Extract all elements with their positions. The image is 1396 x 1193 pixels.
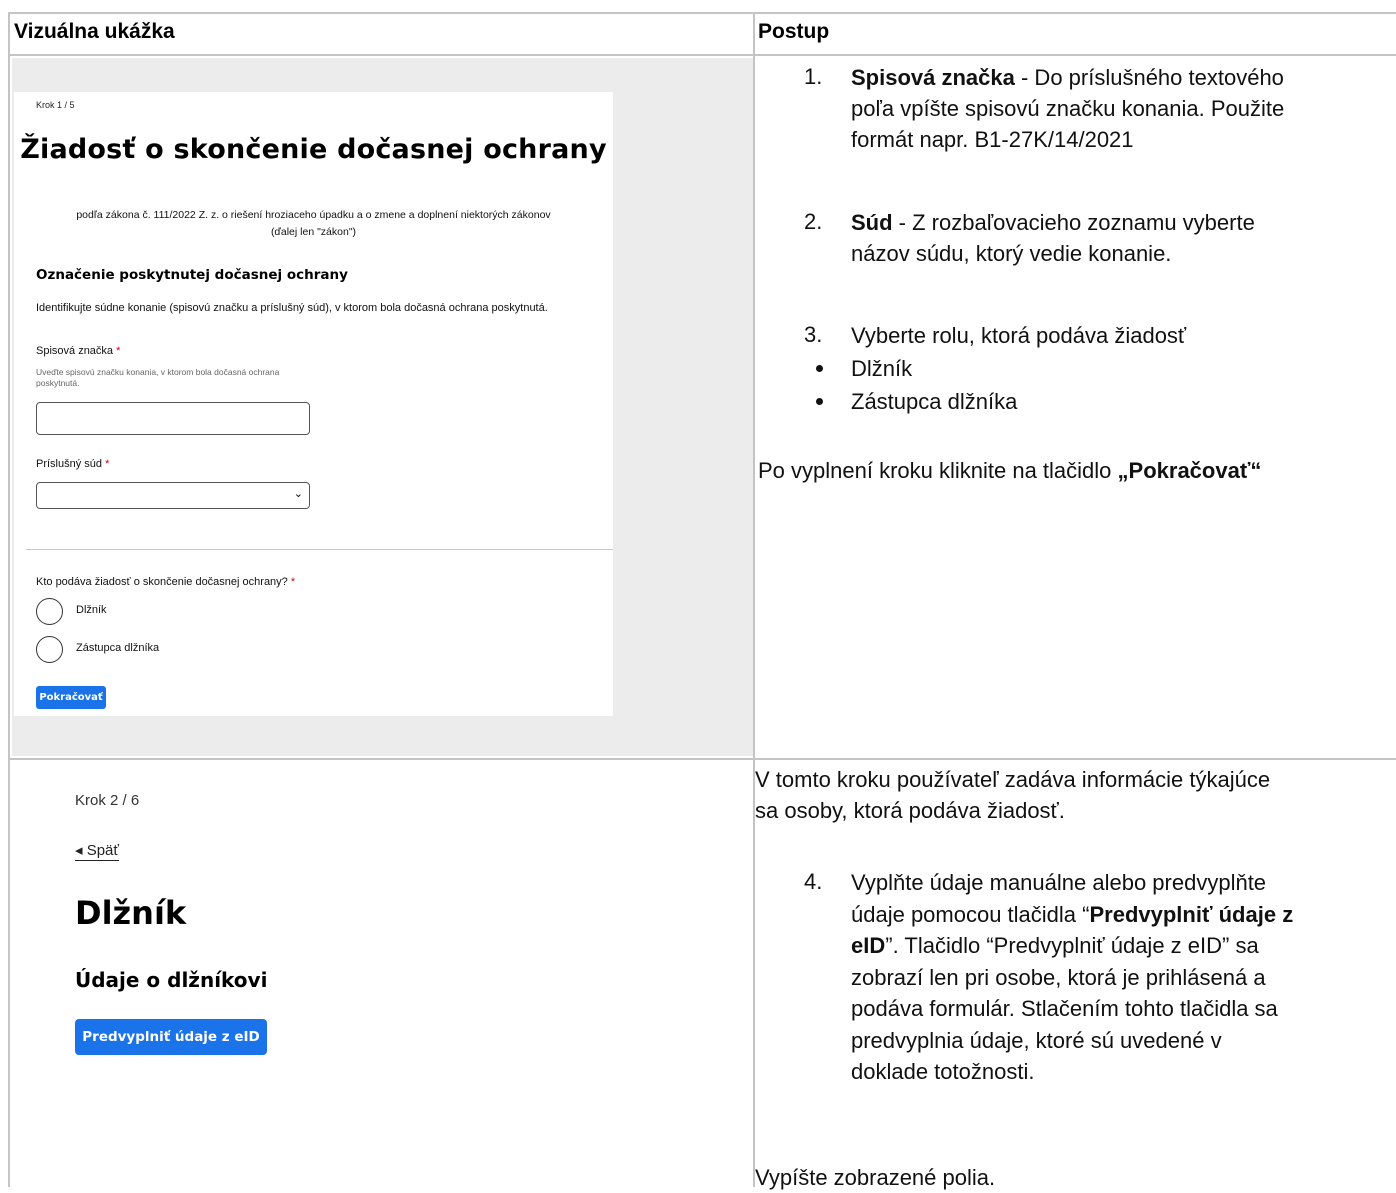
table-left-border — [8, 12, 10, 1187]
instruction-line: zobrazí len pri osobe, ktorá je prihláse… — [851, 964, 1266, 990]
who-files-label: Kto podáva žiadosť o skončenie dočasnej … — [36, 576, 295, 588]
instruction-term: „Pokračovať“ — [1117, 458, 1262, 483]
form-subtitle: podľa zákona č. 111/2022 Z. z. o riešení… — [14, 207, 613, 241]
form-screenshot-step2: Krok 2 / 6 ◂ Späť Dlžník Údaje o dlžníko… — [12, 762, 582, 1187]
instruction-item-1: Spisová značka - Do príslušného textovéh… — [851, 62, 1284, 155]
instruction-item-3: Vyberte rolu, ktorá podáva žiadosť — [851, 323, 1187, 348]
section-intro: Identifikujte súdne konanie (spisovú zna… — [36, 302, 548, 314]
instruction-line: Vyplňte údaje manuálne alebo predvyplňte — [851, 870, 1267, 895]
column-header-procedure: Postup — [758, 20, 830, 43]
instruction-text: údaje pomocou tlačidla “ — [851, 901, 1090, 927]
required-mark: * — [290, 576, 296, 588]
court-select[interactable]: ⌄ — [36, 482, 310, 509]
section-divider — [26, 549, 613, 550]
chevron-down-icon: ⌄ — [293, 488, 303, 500]
instruction-line: poľa vpíšte spisovú značku konania. Použ… — [851, 96, 1285, 121]
instruction-term: Spisová značka — [851, 65, 1015, 90]
row1-bottom-border — [8, 758, 1396, 760]
subtitle-line: (ďalej len "zákon") — [270, 226, 357, 238]
case-number-label-text: Spisová značka — [36, 345, 114, 357]
who-files-label-text: Kto podáva žiadosť o skončenie dočasnej … — [36, 576, 288, 588]
step2-intro: V tomto kroku používateľ zadáva informác… — [755, 764, 1270, 826]
form-screenshot-step1: Krok 1 / 5 Žiadosť o skončenie dočasnej … — [14, 92, 613, 716]
subtitle-line: podľa zákona č. 111/2022 Z. z. o riešení… — [76, 209, 551, 221]
radio-debtor-label: Dlžník — [76, 604, 107, 616]
bullet-icon — [816, 365, 823, 372]
case-number-hint: Uveďte spisovú značku konania, v ktorom … — [36, 367, 280, 388]
list-number: 3. — [804, 322, 823, 347]
back-link[interactable]: ◂ Späť — [75, 841, 120, 861]
instruction-line: predvyplnia údaje, ktoré sú uvedené v — [851, 1027, 1222, 1053]
instruction-term: eID — [851, 933, 886, 958]
instruction-term: Predvyplniť údaje z — [1089, 901, 1294, 927]
instruction-line: formát napr. B1-27K/14/2021 — [851, 127, 1134, 152]
table-top-border — [8, 12, 1396, 14]
step-indicator: Krok 1 / 5 — [36, 100, 75, 110]
instruction-text: - Do príslušného textového — [1014, 65, 1284, 90]
header-bottom-border — [8, 54, 1396, 56]
prefill-eid-button[interactable]: Predvyplniť údaje z eID — [75, 1019, 267, 1055]
step-indicator: Krok 2 / 6 — [75, 792, 140, 809]
instruction-item-4: Vyplňte údaje manuálne alebo predvyplňte… — [851, 867, 1293, 1088]
instruction-line: Súd - Z rozbaľovacieho zoznamu vyberte — [851, 207, 1255, 238]
radio-debtor[interactable] — [36, 598, 63, 625]
required-mark: * — [116, 345, 121, 357]
court-label: Príslušný súd * — [36, 458, 109, 470]
instruction-item-2: Súd - Z rozbaľovacieho zoznamu vyberte n… — [851, 207, 1255, 269]
instruction-text: Po vyplnení kroku kliknite na tlačidlo — [758, 458, 1118, 483]
court-label-text: Príslušný súd — [36, 458, 103, 470]
instruction-term: Súd — [851, 210, 893, 235]
radio-representative-label: Zástupca dlžníka — [76, 642, 160, 654]
case-number-label: Spisová značka * — [36, 345, 120, 357]
list-number: 2. — [804, 209, 823, 234]
section-title: Údaje o dlžníkovi — [75, 968, 268, 992]
column-divider — [753, 12, 755, 1187]
instruction-line: Spisová značka - Do príslušného textovéh… — [851, 62, 1284, 93]
continue-button[interactable]: Pokračovať — [36, 686, 106, 709]
section-title: Označenie poskytnutej dočasnej ochrany — [36, 267, 348, 283]
instruction-line: názov súdu, ktorý vedie konanie. — [851, 241, 1172, 266]
fill-fields-instruction: Vypíšte zobrazené polia. — [755, 1165, 996, 1190]
case-number-input[interactable] — [36, 402, 310, 435]
instruction-line: podáva formulár. Stlačením tohto tlačidl… — [851, 996, 1278, 1021]
continue-instruction: Po vyplnení kroku kliknite na tlačidlo „… — [758, 455, 1261, 486]
page-title: Dlžník — [75, 894, 187, 932]
column-header-visual: Vizuálna ukážka — [14, 20, 175, 43]
instruction-line: V tomto kroku používateľ zadáva informác… — [755, 767, 1271, 792]
bullet-item-debtor: Dlžník — [851, 356, 913, 381]
instruction-line: eID”. Tlačidlo “Predvyplniť údaje z eID”… — [851, 930, 1293, 962]
instruction-line: údaje pomocou tlačidla “Predvyplniť údaj… — [851, 899, 1293, 931]
bullet-item-representative: Zástupca dlžníka — [851, 389, 1018, 414]
bullet-icon — [816, 398, 823, 405]
list-number: 4. — [804, 869, 823, 894]
instruction-line: doklade totožnosti. — [851, 1059, 1035, 1084]
required-mark: * — [105, 458, 110, 470]
radio-representative[interactable] — [36, 636, 63, 663]
form-title: Žiadosť o skončenie dočasnej ochrany — [20, 134, 607, 165]
list-number: 1. — [804, 64, 823, 89]
instruction-text: ”. Tlačidlo “Predvyplniť údaje z eID” sa — [885, 933, 1259, 958]
instruction-line: sa osoby, ktorá podáva žiadosť. — [755, 798, 1065, 823]
instruction-text: - Z rozbaľovacieho zoznamu vyberte — [892, 210, 1255, 235]
